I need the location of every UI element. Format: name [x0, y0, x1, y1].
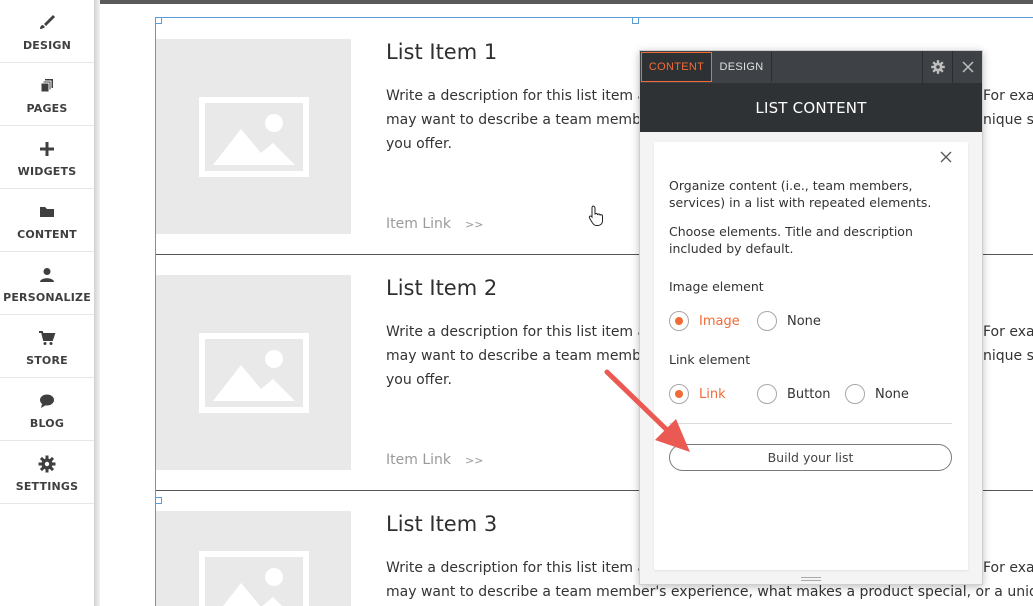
- radio-label: Link: [699, 386, 726, 402]
- card-close-button[interactable]: [940, 150, 954, 164]
- description-overflow-text: For exar: [983, 88, 1033, 104]
- list-item-title[interactable]: List Item 2: [386, 276, 497, 300]
- image-placeholder-icon: [198, 551, 309, 606]
- sidebar-item-label: STORE: [26, 354, 68, 367]
- gear-icon: [930, 60, 945, 74]
- description-overflow-text: nique se: [983, 348, 1033, 364]
- radio-label: None: [787, 313, 821, 329]
- radio-label: None: [875, 386, 909, 402]
- image-placeholder-icon: [198, 332, 309, 413]
- sidebar-item-personalize[interactable]: PERSONALIZE: [0, 252, 94, 315]
- link-arrow: >>: [465, 454, 484, 467]
- sidebar-item-label: PAGES: [26, 102, 68, 115]
- panel-settings-button[interactable]: [922, 51, 952, 83]
- link-label: Item Link: [386, 216, 451, 232]
- resize-handle[interactable]: [155, 497, 162, 504]
- resize-handle[interactable]: [632, 17, 639, 24]
- list-content-card: Organize content (i.e., team members, se…: [654, 142, 968, 570]
- description-overflow-text: For exar: [983, 324, 1033, 340]
- sidebar-item-label: CONTENT: [17, 228, 77, 241]
- radio-link-none[interactable]: None: [845, 384, 909, 404]
- radio-label: Button: [787, 386, 831, 402]
- sidebar-shadow: [94, 0, 100, 606]
- description-overflow-text: For exar: [983, 560, 1033, 576]
- image-placeholder-icon: [198, 96, 309, 177]
- radio-button[interactable]: Button: [757, 384, 831, 404]
- radio-circle: [757, 384, 777, 404]
- sidebar-item-label: DESIGN: [22, 39, 72, 52]
- radio-circle: [845, 384, 865, 404]
- link-element-label: Link element: [669, 352, 751, 367]
- radio-image[interactable]: Image: [669, 311, 740, 331]
- image-placeholder[interactable]: [156, 39, 351, 234]
- panel-close-button[interactable]: [952, 51, 982, 83]
- radio-image-none[interactable]: None: [757, 311, 821, 331]
- build-your-list-button[interactable]: Build your list: [669, 444, 952, 471]
- canvas-top-bar: [100, 0, 1033, 4]
- sidebar-item-widgets[interactable]: WIDGETS: [0, 126, 94, 189]
- sidebar-item-label: BLOG: [29, 417, 65, 430]
- image-placeholder[interactable]: [156, 275, 351, 470]
- sidebar-item-design[interactable]: DESIGN: [0, 0, 94, 63]
- description-overflow-text: nique se: [983, 112, 1033, 128]
- tab-design[interactable]: DESIGN: [712, 52, 772, 82]
- link-label: Item Link: [386, 452, 451, 468]
- chat-bubble-icon: [37, 391, 57, 411]
- image-placeholder[interactable]: [156, 511, 351, 606]
- card-intro-text: Organize content (i.e., team members, se…: [669, 178, 932, 210]
- list-item-title[interactable]: List Item 3: [386, 512, 497, 536]
- list-item-link[interactable]: Item Link >>: [386, 216, 483, 232]
- radio-circle: [669, 311, 689, 331]
- radio-label: Image: [699, 313, 740, 329]
- sidebar-item-settings[interactable]: SETTINGS: [0, 441, 94, 504]
- list-settings-panel: CONTENT DESIGN LIST CONTENT Organize con…: [639, 50, 983, 585]
- brush-icon: [37, 13, 57, 33]
- image-element-label: Image element: [669, 279, 764, 294]
- list-item-link[interactable]: Item Link >>: [386, 452, 483, 468]
- close-icon: [961, 61, 974, 73]
- panel-title: LIST CONTENT: [640, 83, 982, 132]
- sidebar-item-blog[interactable]: BLOG: [0, 378, 94, 441]
- person-icon: [37, 265, 57, 285]
- left-sidebar: DESIGN PAGES WIDGETS CONTENT PERSONALIZE…: [0, 0, 94, 606]
- link-arrow: >>: [465, 218, 484, 231]
- plus-icon: [37, 139, 57, 159]
- sidebar-item-store[interactable]: STORE: [0, 315, 94, 378]
- sidebar-item-label: PERSONALIZE: [3, 291, 91, 304]
- sidebar-item-pages[interactable]: PAGES: [0, 63, 94, 126]
- hand-cursor-icon: [588, 205, 603, 226]
- sidebar-item-label: SETTINGS: [15, 480, 79, 493]
- pages-icon: [37, 76, 57, 96]
- close-icon: [940, 151, 952, 163]
- radio-circle: [669, 384, 689, 404]
- radio-link[interactable]: Link: [669, 384, 726, 404]
- panel-tab-bar: CONTENT DESIGN: [640, 51, 982, 83]
- gear-icon: [37, 454, 57, 474]
- resize-handle[interactable]: [155, 17, 162, 24]
- radio-circle: [757, 311, 777, 331]
- card-choose-text: Choose elements. Title and description i…: [669, 224, 913, 256]
- panel-resize-grip[interactable]: [801, 577, 821, 581]
- sidebar-item-content[interactable]: CONTENT: [0, 189, 94, 252]
- card-separator: [669, 423, 952, 424]
- cart-icon: [37, 328, 57, 348]
- folder-icon: [37, 202, 57, 222]
- tab-content[interactable]: CONTENT: [641, 52, 712, 82]
- list-item-title[interactable]: List Item 1: [386, 40, 497, 64]
- sidebar-item-label: WIDGETS: [17, 165, 77, 178]
